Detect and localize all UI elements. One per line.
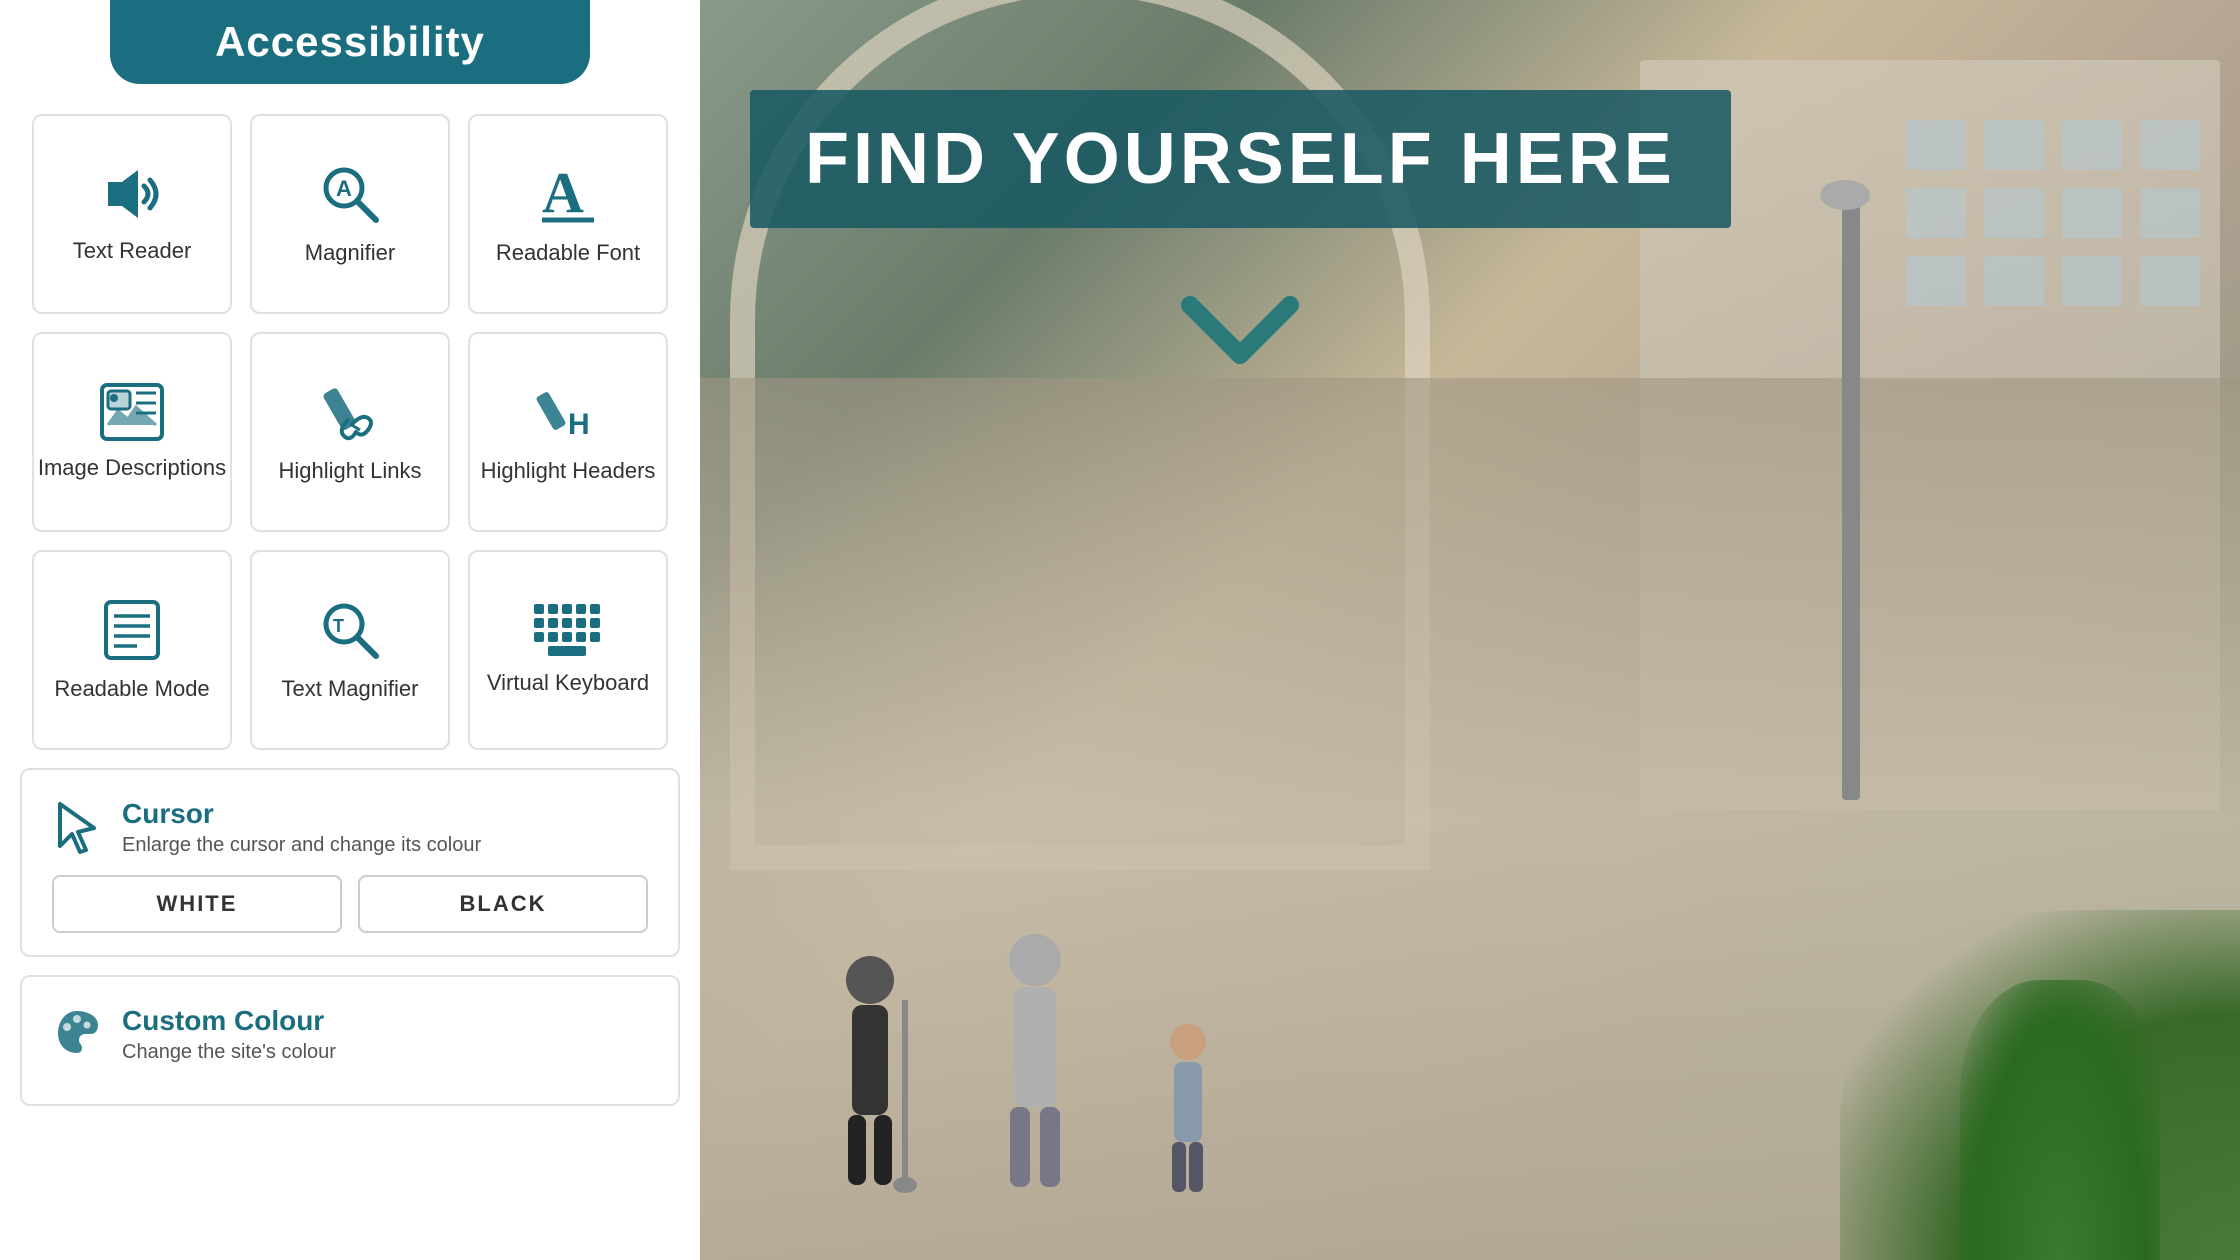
custom-colour-text: Custom Colour Change the site's colour — [122, 1005, 336, 1064]
svg-text:T: T — [333, 616, 344, 636]
white-cursor-button[interactable]: WHITE — [52, 875, 342, 933]
highlight-links-button[interactable]: Highlight Links — [250, 332, 450, 532]
virtual-keyboard-label: Virtual Keyboard — [487, 670, 649, 696]
lamp-head — [1820, 180, 1870, 210]
building-windows — [1906, 120, 2200, 374]
highlight-headers-button[interactable]: H Highlight Headers — [468, 332, 668, 532]
magnifier-label: Magnifier — [305, 240, 395, 266]
readable-font-label: Readable Font — [496, 240, 640, 266]
black-cursor-button[interactable]: BLACK — [358, 875, 648, 933]
custom-colour-desc: Change the site's colour — [122, 1041, 336, 1064]
keyboard-icon — [534, 604, 602, 656]
window-7 — [2062, 188, 2122, 238]
window-8 — [2140, 188, 2200, 238]
virtual-keyboard-button[interactable]: Virtual Keyboard — [468, 550, 668, 750]
speaker-icon — [100, 164, 164, 224]
highlight-headers-label: Highlight Headers — [481, 458, 656, 484]
left-panel: Accessibility Text Reader A Magn — [0, 0, 700, 1260]
highlight-links-label: Highlight Links — [278, 458, 421, 484]
cursor-header: Cursor Enlarge the cursor and change its… — [52, 798, 648, 857]
window-12 — [2140, 256, 2200, 306]
accessibility-title: Accessibility — [215, 18, 485, 66]
plants-right — [1960, 980, 2160, 1260]
person-3-icon — [1160, 1020, 1215, 1200]
find-banner: FIND YOURSELF HERE — [750, 90, 1731, 228]
right-panel: FIND YOURSELF HERE — [700, 0, 2240, 1260]
window-6 — [1984, 188, 2044, 238]
image-descriptions-label: Image Descriptions — [38, 455, 226, 481]
custom-colour-icon — [52, 1007, 102, 1063]
readable-mode-icon — [102, 598, 162, 662]
highlight-headers-icon: H — [536, 380, 600, 444]
window-10 — [1984, 256, 2044, 306]
chevron-container — [1180, 295, 1300, 365]
cursor-icon — [52, 800, 102, 856]
readable-font-button[interactable]: A Readable Font — [468, 114, 668, 314]
window-4 — [2140, 120, 2200, 170]
accessibility-header: Accessibility — [110, 0, 590, 84]
svg-text:A: A — [336, 176, 352, 201]
walking-cane-icon — [890, 1000, 920, 1200]
readable-mode-label: Readable Mode — [54, 676, 209, 702]
cursor-text: Cursor Enlarge the cursor and change its… — [122, 798, 481, 857]
text-magnifier-label: Text Magnifier — [282, 676, 419, 702]
window-5 — [1906, 188, 1966, 238]
magnifier-button[interactable]: A Magnifier — [250, 114, 450, 314]
accessibility-grid-row2: Image Descriptions Highlight Links — [32, 332, 668, 532]
window-3 — [2062, 120, 2122, 170]
window-2 — [1984, 120, 2044, 170]
highlight-links-icon — [318, 380, 382, 444]
cursor-section: Cursor Enlarge the cursor and change its… — [20, 768, 680, 957]
readable-mode-button[interactable]: Readable Mode — [32, 550, 232, 750]
magnifier-icon: A — [318, 162, 382, 226]
window-11 — [2062, 256, 2122, 306]
cursor-title: Cursor — [122, 798, 481, 830]
cursor-btn-row: WHITE BLACK — [52, 875, 648, 933]
custom-colour-title: Custom Colour — [122, 1005, 336, 1037]
people-group — [830, 930, 1215, 1200]
window-9 — [1906, 256, 1966, 306]
text-magnifier-icon: T — [318, 598, 382, 662]
custom-colour-section[interactable]: Custom Colour Change the site's colour — [20, 975, 680, 1106]
svg-text:A: A — [542, 162, 584, 225]
text-magnifier-button[interactable]: T Text Magnifier — [250, 550, 450, 750]
window-1 — [1906, 120, 1966, 170]
accessibility-grid-row3: Readable Mode T Text Magnifier — [32, 550, 668, 750]
text-reader-label: Text Reader — [73, 238, 192, 264]
person-2-icon — [990, 930, 1080, 1200]
svg-text:H: H — [568, 408, 590, 441]
text-reader-button[interactable]: Text Reader — [32, 114, 232, 314]
chevron-down-icon — [1180, 295, 1300, 365]
banner-text: FIND YOURSELF HERE — [805, 119, 1676, 199]
custom-colour-header: Custom Colour Change the site's colour — [52, 1005, 648, 1064]
lamp-post — [1842, 200, 1860, 800]
font-icon: A — [538, 162, 598, 226]
image-descriptions-button[interactable]: Image Descriptions — [32, 332, 232, 532]
accessibility-grid-row1: Text Reader A Magnifier A Readable Font — [32, 114, 668, 314]
image-icon — [100, 383, 164, 441]
cursor-desc: Enlarge the cursor and change its colour — [122, 834, 481, 857]
